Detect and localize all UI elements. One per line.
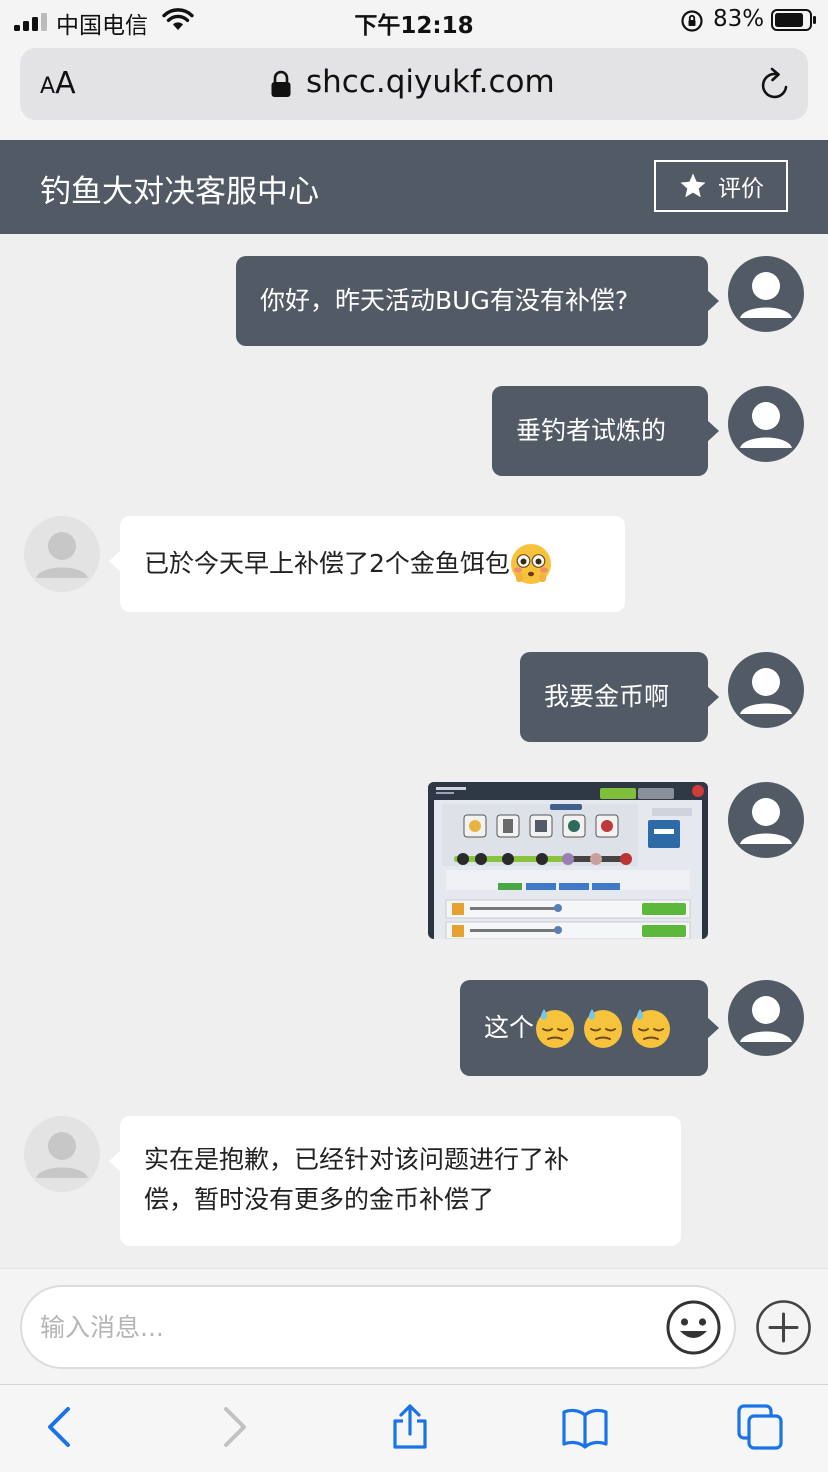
agent-message: 实在是抱歉，已经针对该问题进行了补 偿，暂时没有更多的金币补偿了 (109, 1116, 681, 1246)
bookmarks-icon[interactable] (561, 1403, 609, 1451)
agent-avatar[interactable] (24, 1116, 100, 1192)
message-input[interactable] (20, 1285, 736, 1369)
user-avatar[interactable] (728, 652, 804, 728)
browser-address-area: AA shcc.qiyukf.com (0, 40, 828, 140)
user-avatar[interactable] (728, 256, 804, 332)
emoji-button[interactable] (665, 1299, 722, 1356)
battery-icon (771, 9, 817, 31)
rate-button-label: 评价 (718, 176, 764, 202)
message-text: 已於今天早上补偿了2个金鱼饵包 (144, 549, 510, 578)
rate-button[interactable]: 评价 (654, 160, 788, 212)
message-text: 我要金币啊 (544, 682, 670, 711)
user-message: 你好，昨天活动BUG有没有补偿? (236, 256, 719, 346)
downcast-sweat-face-icon (582, 1007, 624, 1049)
user-message: 垂钓者试炼的 (492, 386, 719, 476)
agent-avatar[interactable] (24, 516, 100, 592)
forward-icon[interactable] (210, 1403, 258, 1451)
flushed-face-icon (510, 543, 552, 585)
chat-header: 钓鱼大对决客服中心 评价 (0, 140, 828, 234)
attach-button[interactable] (755, 1299, 812, 1356)
user-message: 这个 (460, 980, 719, 1076)
reload-icon[interactable] (756, 66, 794, 104)
user-avatar[interactable] (728, 386, 804, 462)
image-message[interactable] (428, 782, 708, 939)
agent-message: 已於今天早上补偿了2个金鱼饵包 (109, 516, 625, 612)
user-avatar[interactable] (728, 782, 804, 858)
share-icon[interactable] (386, 1403, 434, 1451)
back-icon[interactable] (36, 1403, 84, 1451)
star-icon (680, 173, 706, 198)
message-text-line: 偿，暂时没有更多的金币补偿了 (144, 1185, 495, 1214)
message-text: 垂钓者试炼的 (516, 416, 667, 445)
orientation-lock-icon (680, 9, 704, 33)
message-text: 这个 (484, 1013, 535, 1042)
downcast-sweat-face-icon (630, 1007, 672, 1049)
message-text: 你好，昨天活动BUG有没有补偿? (260, 286, 629, 315)
message-composer (0, 1268, 828, 1384)
url-text[interactable]: shcc.qiyukf.com (306, 64, 555, 100)
plus-icon (756, 1300, 811, 1355)
game-screenshot-thumbnail (428, 782, 708, 939)
smiley-icon (666, 1300, 721, 1355)
page-title: 钓鱼大对决客服中心 (40, 174, 319, 210)
address-bar[interactable]: AA shcc.qiyukf.com (20, 48, 808, 120)
battery-percent: 83% (713, 6, 765, 32)
user-message: 我要金币啊 (520, 652, 719, 742)
text-size-icon[interactable]: AA (40, 66, 76, 101)
status-bar: 中国电信 下午12:18 83% (0, 0, 828, 40)
padlock-icon (270, 70, 292, 98)
downcast-sweat-face-icon (534, 1007, 576, 1049)
user-avatar[interactable] (728, 980, 804, 1056)
tabs-icon[interactable] (736, 1403, 784, 1451)
browser-toolbar (0, 1384, 828, 1472)
message-text-line: 实在是抱歉，已经针对该问题进行了补 (144, 1145, 570, 1174)
